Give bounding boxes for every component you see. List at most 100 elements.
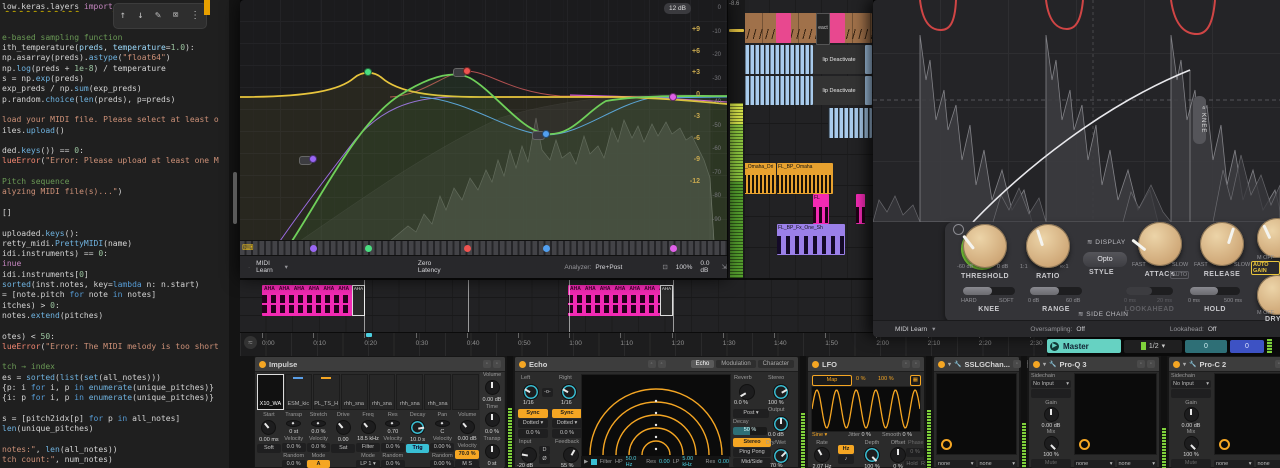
impulse-slot[interactable]: rhh_sna bbox=[396, 374, 423, 410]
param-dropdown[interactable]: none▾ bbox=[936, 460, 976, 468]
preset-icon[interactable]: ◦ bbox=[1137, 360, 1145, 368]
stereo-value[interactable]: 100 % bbox=[768, 400, 784, 406]
stereo-link-button[interactable]: -o- bbox=[542, 388, 553, 397]
device-on-toggle[interactable] bbox=[259, 361, 266, 368]
param-button[interactable]: 0.0 % bbox=[381, 460, 405, 468]
lock-icon[interactable]: ◦ bbox=[658, 360, 666, 368]
gain-knob[interactable] bbox=[1184, 407, 1199, 422]
mode-midside-button[interactable]: Mid/Side bbox=[733, 458, 771, 467]
chevron-down-icon[interactable]: ▾ bbox=[285, 263, 288, 271]
rate-value[interactable]: 2.07 Hz bbox=[810, 464, 834, 468]
delete-cell-icon[interactable]: ⌧ bbox=[173, 11, 179, 21]
param-button[interactable]: 70.0 % bbox=[455, 450, 479, 459]
oversampling-value[interactable]: Off bbox=[1076, 326, 1085, 333]
device-on-toggle[interactable] bbox=[812, 361, 819, 368]
sslg-device[interactable]: ▾🔧SSLGChan...◦◦none▾none▾ bbox=[933, 356, 1020, 468]
param-button[interactable]: 0.00 % bbox=[430, 443, 454, 452]
clip-audio-magenta[interactable] bbox=[856, 194, 865, 224]
plugin-panel[interactable] bbox=[1074, 373, 1157, 455]
ruler-label[interactable]: 2:00 bbox=[876, 340, 889, 347]
plus-icon[interactable]: · bbox=[248, 264, 250, 271]
lock-icon[interactable]: ◦ bbox=[912, 360, 920, 368]
plugin-edit-button[interactable] bbox=[1079, 439, 1090, 450]
lfo-title-bar[interactable]: LFO◦◦ bbox=[808, 357, 924, 372]
clip-deactivated[interactable]: lip Deactivate bbox=[813, 76, 865, 105]
proq-device[interactable]: ▾🔧Pro-Q 3◦◦SidechainNo Input▾Gain0.00 dB… bbox=[1028, 356, 1160, 468]
feedback-knob[interactable] bbox=[563, 447, 579, 463]
proc-level-display[interactable] bbox=[873, 0, 1280, 222]
wrench-icon[interactable]: 🔧 bbox=[1189, 361, 1196, 368]
impulse-title-bar[interactable]: Impulse◦◦ bbox=[255, 357, 505, 372]
more-options-icon[interactable]: ⋮ bbox=[190, 11, 200, 21]
note-sync-button[interactable]: ♪ bbox=[838, 455, 854, 464]
offset-left-value[interactable]: 0.0 % bbox=[518, 429, 548, 438]
depth-knob[interactable] bbox=[864, 447, 880, 463]
freq-knob[interactable] bbox=[361, 420, 376, 434]
range-slider[interactable] bbox=[1030, 287, 1082, 295]
midi-learn-button[interactable]: MIDI Learn bbox=[256, 260, 278, 274]
decay-slider[interactable]: 50 % bbox=[733, 427, 767, 435]
transp-knob[interactable] bbox=[286, 420, 301, 427]
mute-button[interactable]: Mute bbox=[1171, 459, 1211, 468]
param-button[interactable]: 0.0 % bbox=[282, 460, 306, 468]
threshold-knob[interactable] bbox=[963, 224, 1007, 268]
output-value[interactable]: 0.0 dB bbox=[768, 432, 784, 438]
sidechain-slot[interactable] bbox=[1031, 389, 1071, 398]
preset-icon[interactable]: ◦ bbox=[1013, 360, 1021, 368]
lock-icon[interactable]: ◦ bbox=[493, 360, 501, 368]
hold-slider[interactable] bbox=[1190, 287, 1240, 295]
chevron-icon[interactable]: ▾ bbox=[1043, 361, 1046, 368]
ruler-label[interactable]: 0:40 bbox=[467, 340, 480, 347]
tab-character[interactable]: Character bbox=[758, 360, 794, 368]
hold-button[interactable]: Hold bbox=[904, 460, 920, 468]
right-time-knob[interactable] bbox=[561, 384, 577, 400]
audition-icon[interactable] bbox=[953, 224, 964, 235]
ruler-label[interactable]: 0:20 bbox=[364, 340, 377, 347]
device-on-toggle[interactable] bbox=[1173, 361, 1180, 368]
display-expander[interactable]: ≋ DISPLAY bbox=[1087, 238, 1126, 246]
input-value[interactable]: -20 dB bbox=[517, 463, 533, 468]
device-on-toggle[interactable] bbox=[1033, 361, 1040, 368]
volume-knob[interactable] bbox=[485, 380, 500, 395]
param-dropdown[interactable]: none▾ bbox=[978, 460, 1018, 468]
lfo-waveform-display[interactable] bbox=[811, 386, 921, 432]
mix-knob[interactable] bbox=[1184, 436, 1199, 451]
clip-midi[interactable] bbox=[744, 76, 813, 105]
ruler-label[interactable]: 0:10 bbox=[313, 340, 326, 347]
clip-audio-aha[interactable]: AHAAHAAHAAHAAHAAHAAHA bbox=[262, 285, 352, 316]
eq-band-1-node[interactable] bbox=[309, 155, 317, 163]
ratio-knob[interactable] bbox=[1026, 224, 1070, 268]
plugin-panel[interactable] bbox=[936, 373, 1017, 455]
cell-toolbar[interactable]: ↑↓✎⌧⋮ bbox=[113, 3, 207, 29]
echo-filter-bar[interactable]: ▶FilterHP50.0 HzRes0.00LP5.00 kHzRes0.00 bbox=[581, 456, 729, 468]
clip-audio-orange[interactable]: _Omaha_Dri bbox=[744, 163, 776, 194]
zoom-value[interactable]: 100% bbox=[676, 264, 693, 271]
style-selector[interactable]: Opto bbox=[1083, 252, 1127, 267]
filter-value[interactable]: 0.00 bbox=[659, 459, 670, 465]
stretch-knob[interactable] bbox=[311, 420, 326, 427]
ruler-label[interactable]: 1:00 bbox=[569, 340, 582, 347]
impulse-slot[interactable]: ESM_kic bbox=[285, 374, 312, 410]
resize-icon[interactable]: ⇲ bbox=[722, 263, 727, 271]
clip-drums[interactable] bbox=[744, 13, 872, 43]
clip-midi[interactable] bbox=[865, 76, 872, 105]
chevron-down-icon[interactable]: ▾ bbox=[932, 325, 935, 333]
impulse-slot[interactable]: X10_WA bbox=[257, 374, 284, 410]
ruler-label[interactable]: 2:10 bbox=[928, 340, 941, 347]
drive-knob[interactable] bbox=[336, 420, 351, 435]
fader-handle[interactable] bbox=[729, 29, 744, 32]
clip-audio-magenta[interactable]: FL bbox=[813, 194, 829, 224]
sync-left-button[interactable]: Sync bbox=[518, 409, 548, 418]
filter-value[interactable]: 0.00 bbox=[718, 459, 729, 465]
param-button[interactable]: A bbox=[307, 460, 331, 468]
wrench-icon[interactable]: 🔧 bbox=[1049, 361, 1056, 368]
clip-deactivated[interactable]: lip Deactivate bbox=[813, 45, 865, 74]
echo-title-bar[interactable]: Echo◦◦EchoModulationCharacter bbox=[515, 357, 798, 372]
proc-compressor-window[interactable]: « KNEE Opto MIDI Learn ▾ Oversampling: O… bbox=[873, 0, 1280, 337]
output-gain-value[interactable]: 0.0 dB bbox=[700, 260, 713, 274]
master-send-a[interactable]: 0 bbox=[1185, 340, 1227, 353]
mix-knob[interactable] bbox=[1044, 436, 1059, 451]
phase-value[interactable]: 0 % bbox=[906, 448, 924, 457]
param-button[interactable]: M S bbox=[455, 460, 479, 468]
knee-slider[interactable] bbox=[963, 287, 1015, 295]
